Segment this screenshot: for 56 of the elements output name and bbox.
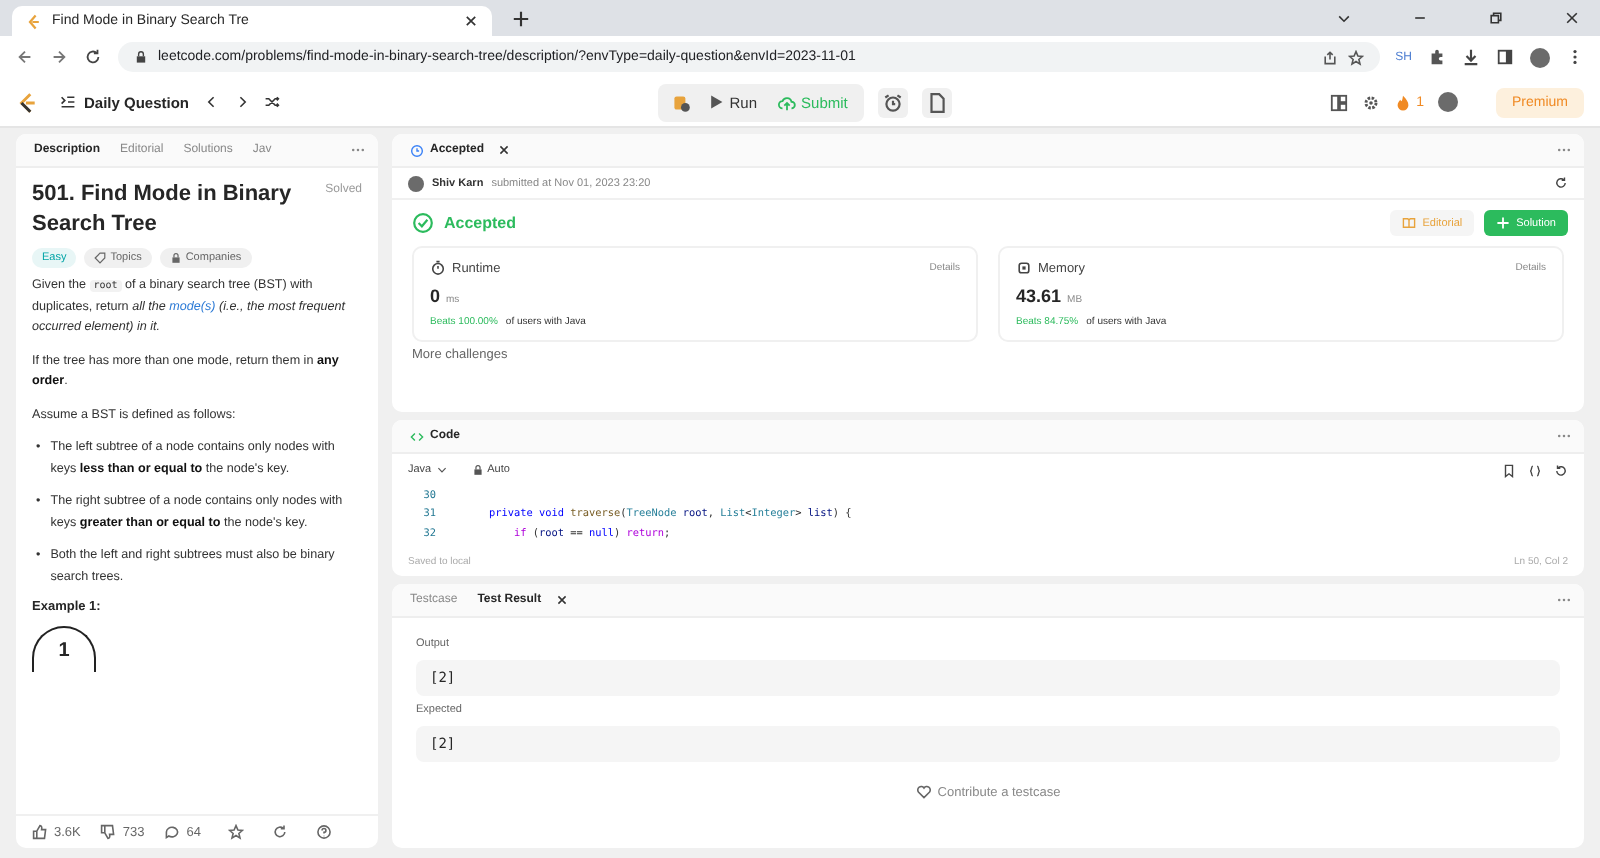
note-icon[interactable] [921,87,952,117]
chevron-left-icon[interactable] [203,94,220,110]
bookmark-icon[interactable] [1502,463,1516,477]
close-icon[interactable] [555,594,568,606]
star-icon[interactable] [1347,49,1364,65]
book-icon [1402,216,1417,230]
reset-icon[interactable] [1554,463,1568,477]
new-tab-icon[interactable] [512,9,530,27]
clock-icon [410,143,424,157]
chevron-down-icon [435,464,448,476]
close-icon[interactable] [498,144,511,156]
check-circle-icon [412,212,434,234]
thumbs-up-icon [32,824,48,840]
back-icon[interactable] [16,48,34,66]
close-icon[interactable] [1564,10,1580,26]
reload-icon[interactable] [84,48,102,66]
alarm-clock-icon[interactable] [877,87,908,117]
help-icon[interactable] [316,824,333,840]
metric-value: 0 [430,286,441,306]
download-icon[interactable] [1462,48,1480,66]
lock-icon [134,50,148,64]
puzzle-icon[interactable] [1428,48,1446,66]
tree-node: 1 [32,626,96,672]
play-icon [707,94,724,110]
code-icon [410,429,424,443]
flame-icon [1394,93,1413,111]
restore-icon[interactable] [1488,10,1504,26]
close-icon[interactable] [464,14,478,28]
thumbs-down-icon [100,824,117,840]
list-icon [60,94,76,110]
problem-title: 501. Find Mode in Binary Search Tree [32,180,294,240]
cloud-upload-icon [777,93,796,111]
side-panel-icon[interactable] [1496,48,1514,66]
chip-icon [1016,260,1032,276]
lock-icon [471,464,484,476]
forward-icon[interactable] [50,48,68,66]
star-icon[interactable] [228,824,245,840]
leetcode-logo-icon[interactable] [16,91,38,113]
avatar[interactable] [1438,92,1458,112]
heart-icon [915,784,932,800]
chevron-down-icon[interactable] [1336,10,1352,26]
lock-icon [169,252,182,264]
stopwatch-icon [430,260,446,276]
plus-icon [1496,216,1511,230]
metric-value: 43.61 [1016,286,1062,306]
tag-icon [94,252,107,264]
status-text: Accepted [444,214,517,232]
comment-icon [164,824,181,840]
avatar[interactable] [1530,47,1550,67]
layout-icon[interactable] [1330,93,1349,111]
braces-icon[interactable] [1528,463,1542,477]
avatar [408,175,424,191]
leetcode-logo-icon [26,13,42,29]
refresh-icon[interactable] [1554,176,1568,190]
settings-icon[interactable] [1362,93,1381,111]
shuffle-icon[interactable] [263,94,280,110]
